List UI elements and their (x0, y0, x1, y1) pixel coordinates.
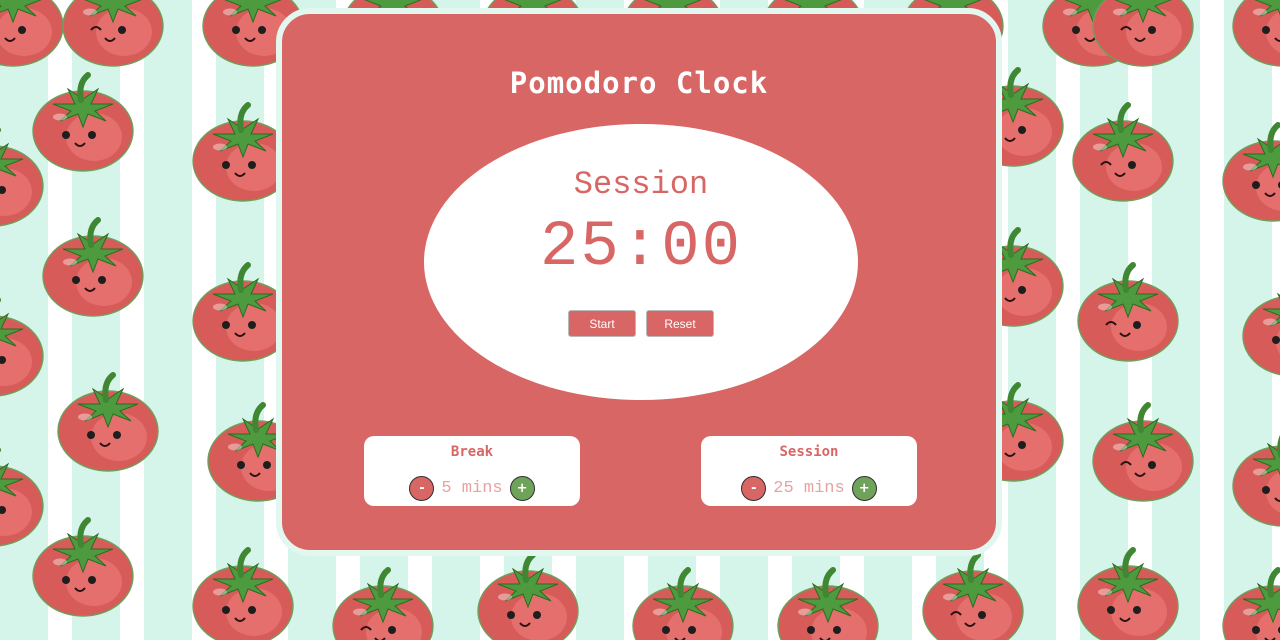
session-title: Session (779, 444, 839, 460)
tomato-icon (922, 552, 1024, 640)
session-setting-card: Session - 25 mins + (701, 436, 917, 506)
timer-controls: Start Reset (424, 310, 858, 337)
tomato-icon (0, 447, 44, 547)
tomato-icon (1077, 547, 1179, 640)
break-decrement-button[interactable]: - (409, 476, 435, 501)
tomato-icon (62, 0, 164, 67)
tomato-icon (1232, 0, 1280, 67)
session-length-value: 25 mins (773, 479, 845, 498)
timer-label: Session (573, 166, 709, 203)
tomato-icon (1232, 435, 1280, 527)
tomato-icon (1222, 567, 1280, 640)
tomato-icon (632, 567, 734, 640)
timer-display: Session 25:00 Start Reset (424, 124, 858, 400)
reset-button[interactable]: Reset (646, 310, 714, 337)
break-controls: - 5 mins + (364, 476, 580, 501)
session-decrement-button[interactable]: - (741, 476, 767, 501)
tomato-icon (777, 567, 879, 640)
tomato-icon (57, 372, 159, 472)
tomato-icon (1242, 292, 1280, 376)
app-title: Pomodoro Clock (509, 66, 769, 100)
tomato-icon (332, 567, 434, 640)
break-length-value: 5 mins (441, 479, 503, 498)
tomato-icon (192, 547, 294, 640)
tomato-icon (1092, 402, 1194, 502)
timer-time: 25:00 (539, 212, 743, 284)
tomato-icon (0, 297, 44, 397)
tomato-icon (1092, 0, 1194, 67)
tomato-icon (1072, 102, 1174, 202)
break-increment-button[interactable]: + (509, 476, 535, 501)
tomato-icon (0, 127, 44, 227)
pomodoro-clock-panel: Pomodoro Clock Session 25:00 Start Reset… (276, 8, 1002, 556)
tomato-icon (42, 217, 144, 317)
break-setting-card: Break - 5 mins + (364, 436, 580, 506)
session-increment-button[interactable]: + (851, 476, 877, 501)
tomato-icon (0, 0, 64, 67)
start-button[interactable]: Start (568, 310, 636, 337)
tomato-icon (477, 552, 579, 640)
tomato-icon (1077, 262, 1179, 362)
session-controls: - 25 mins + (701, 476, 917, 501)
break-title: Break (450, 444, 494, 460)
tomato-icon (1222, 122, 1280, 222)
